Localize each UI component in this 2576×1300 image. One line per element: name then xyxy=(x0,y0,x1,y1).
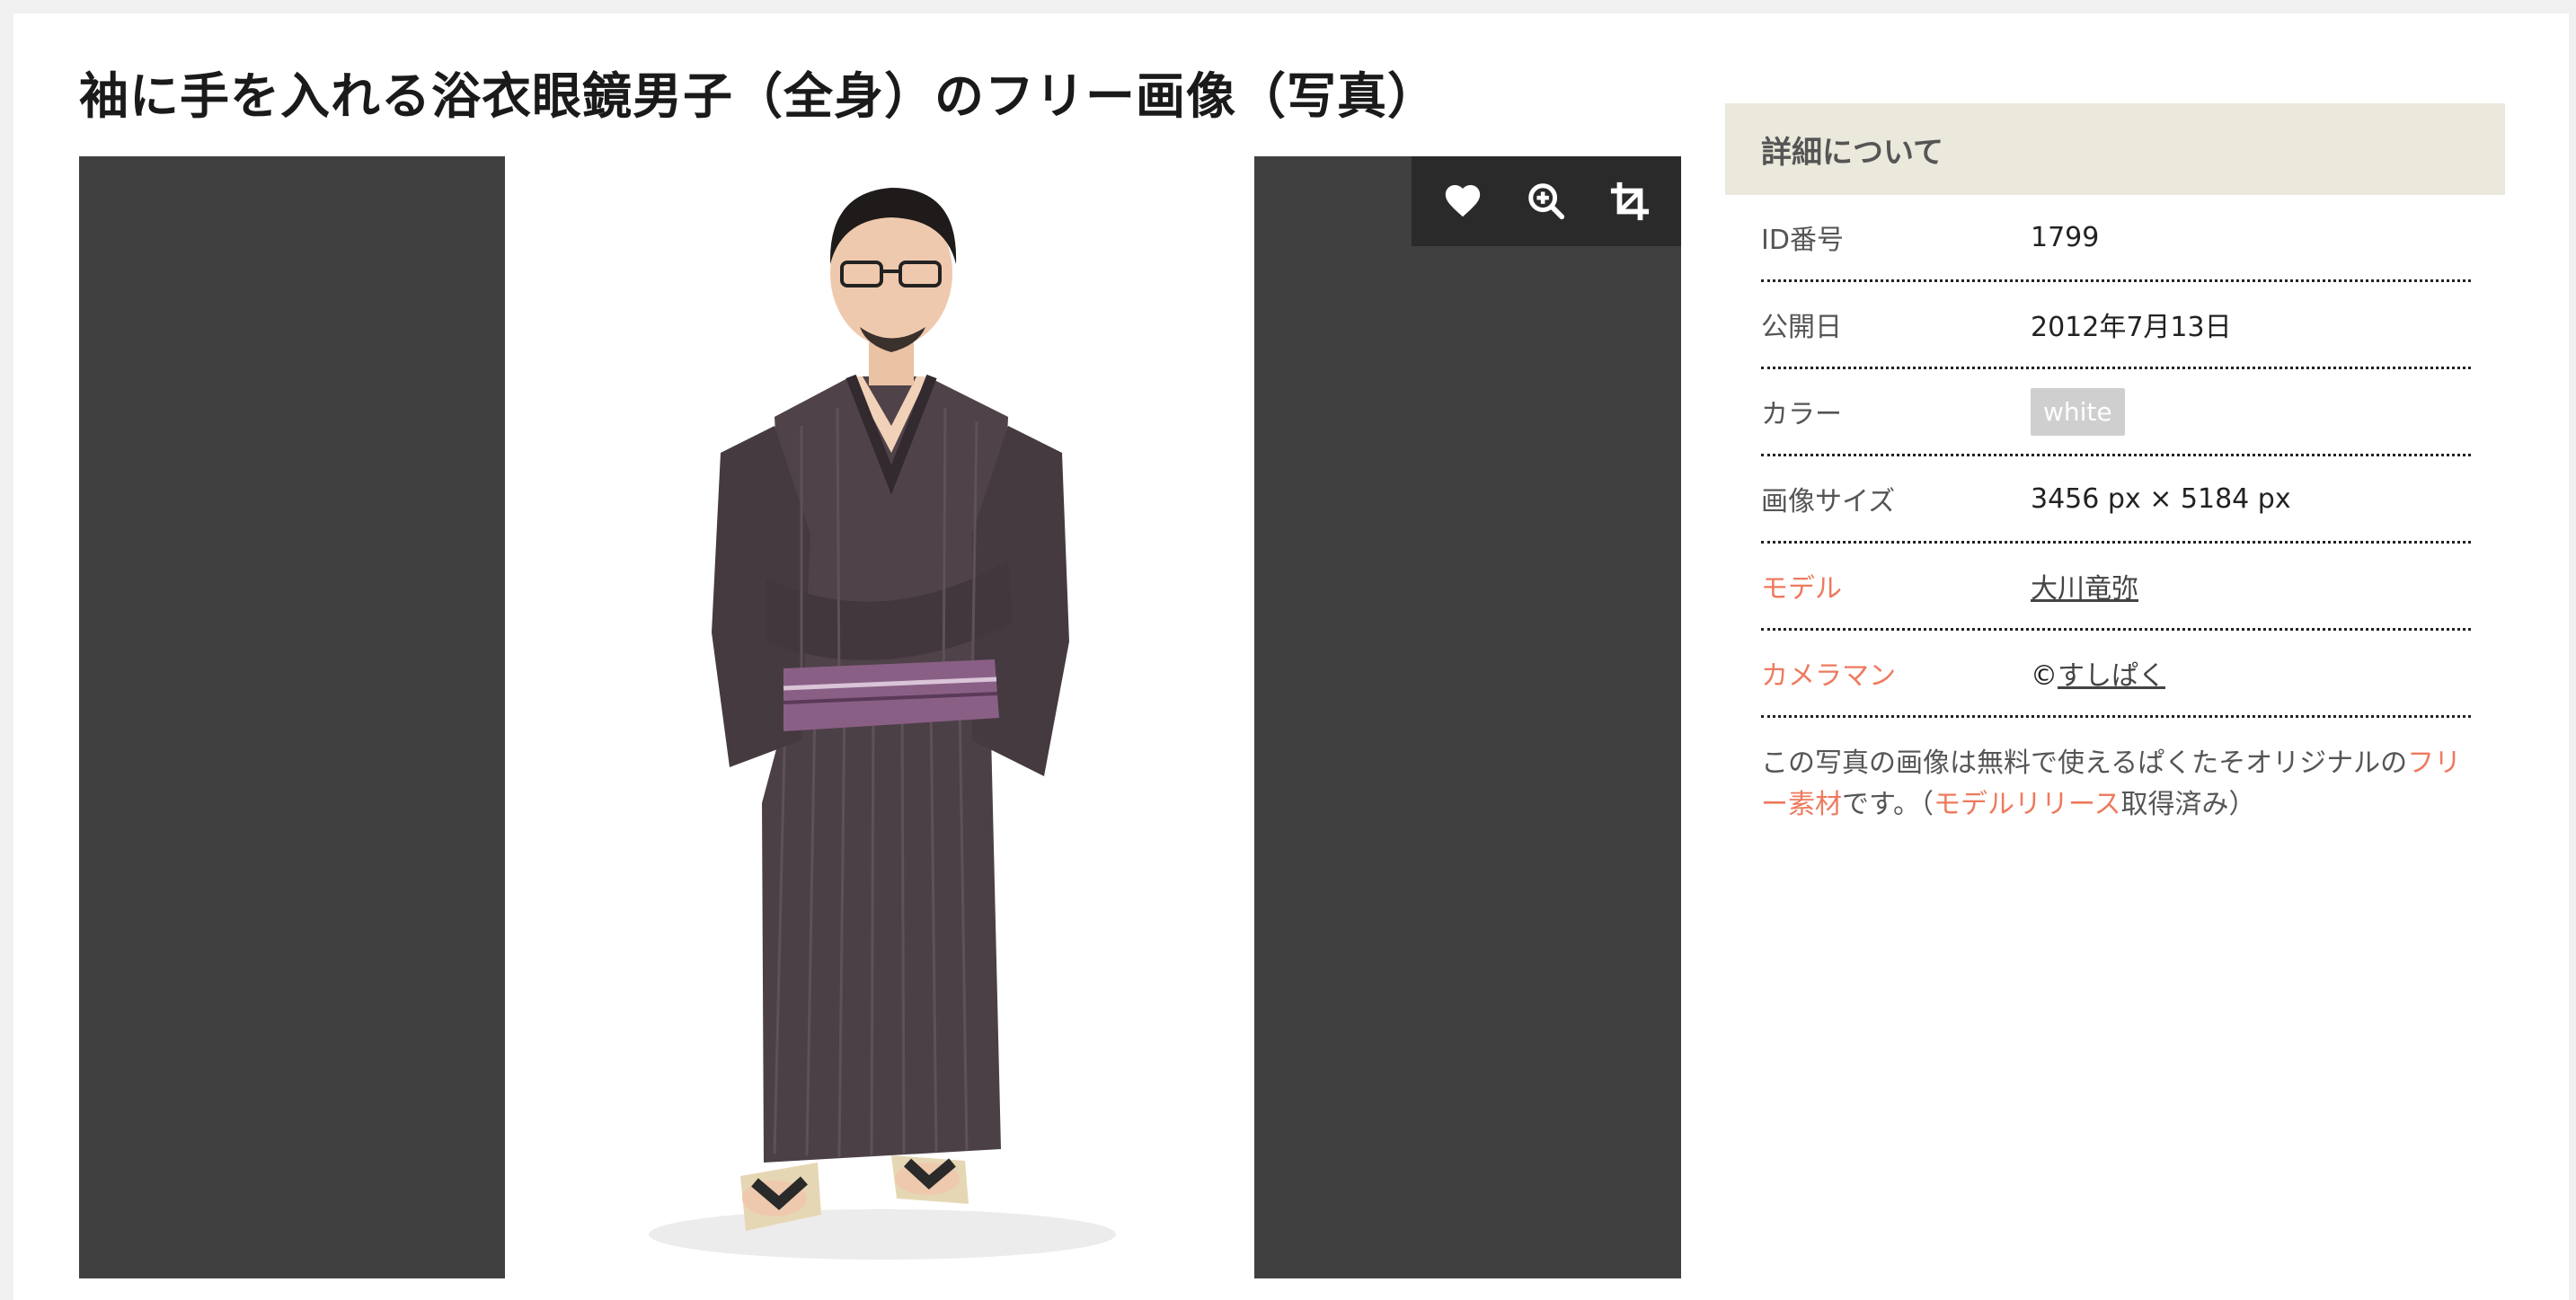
detail-label[interactable]: カメラマン xyxy=(1761,653,2031,693)
details-panel: 詳細について ID番号 1799 公開日 2012年7月13日 カラー whit… xyxy=(1725,103,2505,826)
detail-value: 1799 xyxy=(2031,221,2100,253)
image-viewer xyxy=(79,156,1681,1278)
detail-row-model: モデル 大川竜弥 xyxy=(1761,544,2471,631)
photo-yukata-man[interactable] xyxy=(505,156,1254,1278)
detail-row-photographer: カメラマン ©すしぱく xyxy=(1761,631,2471,718)
heart-icon xyxy=(1445,184,1480,217)
detail-label: 公開日 xyxy=(1761,312,1842,343)
photo-illustration xyxy=(505,156,1254,1278)
crop-icon xyxy=(1611,181,1650,221)
color-badge[interactable]: white xyxy=(2031,387,2125,436)
zoom-button[interactable] xyxy=(1515,170,1578,233)
note-text: 取得済み） xyxy=(2120,789,2256,820)
detail-row-size: 画像サイズ 3456 px × 5184 px xyxy=(1761,456,2471,544)
note-text: です。（ xyxy=(1842,789,1934,820)
zoom-in-icon xyxy=(1528,183,1565,220)
detail-list: ID番号 1799 公開日 2012年7月13日 カラー white 画像サイズ… xyxy=(1725,195,2505,718)
detail-row-color: カラー white xyxy=(1761,369,2471,456)
detail-value: ©すしぱく xyxy=(2031,653,2165,693)
photographer-link[interactable]: すしぱく xyxy=(2058,660,2165,692)
detail-value: 大川竜弥 xyxy=(2031,566,2138,606)
detail-value: 3456 px × 5184 px xyxy=(2031,482,2291,515)
detail-label[interactable]: モデル xyxy=(1761,566,2031,606)
detail-value: white xyxy=(2031,387,2125,436)
favorite-button[interactable] xyxy=(1431,170,1494,233)
note-text: この写真の画像は無料で使えるぱくたそオリジナルの xyxy=(1761,747,2408,779)
detail-row-id: ID番号 1799 xyxy=(1761,195,2471,282)
detail-label: ID番号 xyxy=(1761,225,1844,256)
detail-note: この写真の画像は無料で使えるぱくたそオリジナルのフリー素材です。（モデルリリース… xyxy=(1725,718,2505,826)
detail-label: 画像サイズ xyxy=(1761,486,1896,517)
page-title: 袖に手を入れる浴衣眼鏡男子（全身）のフリー画像（写真） xyxy=(79,67,1438,125)
crop-button[interactable] xyxy=(1598,170,1661,233)
copyright-symbol: © xyxy=(2031,660,2058,692)
details-header: 詳細について xyxy=(1725,103,2505,195)
detail-label: カラー xyxy=(1761,399,1842,430)
detail-value: 2012年7月13日 xyxy=(2031,312,2232,343)
detail-row-date: 公開日 2012年7月13日 xyxy=(1761,282,2471,369)
viewer-toolbar xyxy=(1412,156,1681,246)
model-link[interactable]: 大川竜弥 xyxy=(2031,573,2138,605)
model-release-link[interactable]: モデルリリース xyxy=(1934,789,2121,820)
